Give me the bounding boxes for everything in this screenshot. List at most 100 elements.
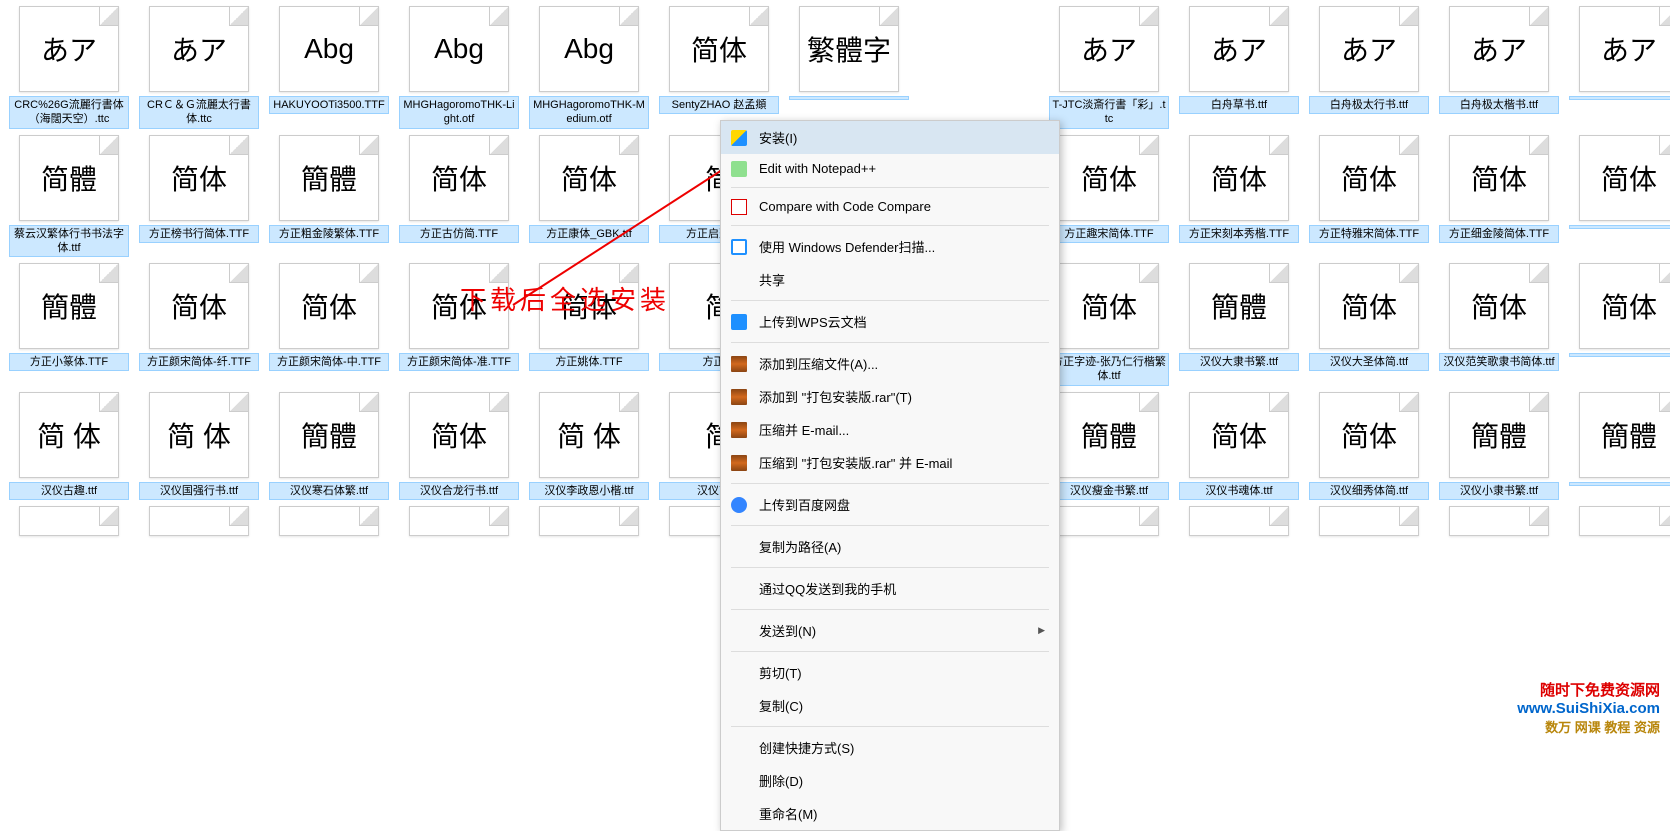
file-name-label: 白舟极太行书.ttf [1309, 96, 1429, 114]
menu-item-label: 复制为路径(A) [759, 537, 841, 556]
font-file-item[interactable]: 简体 [1566, 263, 1670, 386]
font-file-item[interactable] [396, 506, 522, 540]
font-file-item[interactable]: 簡體汉仪大隶书繁.ttf [1176, 263, 1302, 386]
context-menu-item[interactable]: 剪切(T) [721, 656, 1059, 689]
file-name-label [1569, 225, 1670, 229]
font-preview-thumbnail [279, 506, 379, 536]
font-preview-thumbnail: あア [1059, 6, 1159, 92]
font-file-item[interactable]: あア白舟极太楷书.ttf [1436, 6, 1562, 129]
font-preview-thumbnail: 繁體字 [799, 6, 899, 92]
context-menu: 安装(I)Edit with Notepad++ Compare with Cod… [720, 120, 1060, 831]
context-menu-item[interactable]: 上传到WPS云文档 [721, 305, 1059, 338]
menu-separator [731, 726, 1049, 727]
file-name-label: 方正姚体.TTF [529, 353, 649, 371]
file-name-label: 白舟极太楷书.ttf [1439, 96, 1559, 114]
font-file-item[interactable] [1436, 506, 1562, 540]
file-name-label: 方正小篆体.TTF [9, 353, 129, 371]
font-file-item[interactable]: 简体 [1566, 135, 1670, 258]
font-file-item[interactable]: 简体方正细金陵简体.TTF [1436, 135, 1562, 258]
wps-icon [731, 314, 747, 330]
compare-icon [731, 199, 747, 215]
font-file-item[interactable]: AbgMHGHagoromoTHK-Light.otf [396, 6, 522, 129]
font-file-item[interactable]: 简体SentyZHAO 赵孟頫 [656, 6, 782, 129]
context-menu-item[interactable]: 创建快捷方式(S) [721, 731, 1059, 764]
context-menu-item[interactable]: 通过QQ发送到我的手机 [721, 572, 1059, 605]
menu-item-label: 创建快捷方式(S) [759, 738, 854, 757]
context-menu-item[interactable]: 发送到(N) [721, 614, 1059, 647]
font-file-item[interactable]: 简体方正榜书行简体.TTF [136, 135, 262, 258]
file-name-label: MHGHagoromoTHK-Light.otf [399, 96, 519, 129]
font-preview-thumbnail: 简体 [409, 135, 509, 221]
font-file-item[interactable]: あアCRC%26G流麗行書体（海闊天空）.ttc [6, 6, 132, 129]
font-preview-thumbnail: あア [1579, 6, 1670, 92]
font-file-item[interactable]: 简体汉仪细秀体简.ttf [1306, 392, 1432, 500]
font-file-item[interactable] [1046, 506, 1172, 540]
font-file-item[interactable] [526, 506, 652, 540]
font-file-item[interactable]: あア [916, 6, 1042, 129]
font-file-item[interactable]: 简体方正宋刻本秀楷.TTF [1176, 135, 1302, 258]
font-file-item[interactable]: 簡體方正小篆体.TTF [6, 263, 132, 386]
context-menu-item[interactable]: 上传到百度网盘 [721, 488, 1059, 521]
font-file-item[interactable]: 简体汉仪书魂体.ttf [1176, 392, 1302, 500]
context-menu-item[interactable]: 压缩并 E-mail... [721, 413, 1059, 446]
font-preview-thumbnail: Abg [539, 6, 639, 92]
context-menu-item[interactable]: 压缩到 "打包安装版.rar" 并 E-mail [721, 446, 1059, 479]
font-file-item[interactable]: AbgHAKUYOOTi3500.TTF [266, 6, 392, 129]
font-file-item[interactable]: 简体方正颜宋简体-中.TTF [266, 263, 392, 386]
font-file-item[interactable] [1566, 506, 1670, 540]
font-file-item[interactable]: 简体汉仪大圣体简.ttf [1306, 263, 1432, 386]
archive-icon [731, 455, 747, 471]
context-menu-item[interactable]: 使用 Windows Defender扫描... [721, 230, 1059, 263]
font-file-item[interactable]: あア T-JTC淡斎行書「彩」.ttc [1046, 6, 1172, 129]
font-preview-thumbnail: 简体 [1319, 135, 1419, 221]
font-file-item[interactable]: 简体方正古仿简.TTF [396, 135, 522, 258]
context-menu-item[interactable]: Compare with Code Compare [721, 192, 1059, 221]
context-menu-item[interactable]: 重命名(M) [721, 797, 1059, 830]
file-name-label: CRC%26G流麗行書体（海闊天空）.ttc [9, 96, 129, 129]
font-file-item[interactable]: 簡體汉仪小隶书繁.ttf [1436, 392, 1562, 500]
font-file-item[interactable]: 简体方正字迹-张乃仁行楷繁体.ttf [1046, 263, 1172, 386]
font-file-item[interactable]: 簡體汉仪寒石体繁.ttf [266, 392, 392, 500]
font-file-item[interactable]: 简体汉仪范笑歌隶书简体.ttf [1436, 263, 1562, 386]
font-file-item[interactable]: 简 体汉仪古趣.ttf [6, 392, 132, 500]
font-preview-thumbnail: 简 体 [149, 392, 249, 478]
font-file-item[interactable]: AbgMHGHagoromoTHK-Medium.otf [526, 6, 652, 129]
menu-item-label: 上传到百度网盘 [759, 495, 850, 514]
font-file-item[interactable]: 简 体汉仪李政恩小楷.ttf [526, 392, 652, 500]
file-name-label: T-JTC淡斎行書「彩」.ttc [1049, 96, 1169, 129]
menu-separator [731, 525, 1049, 526]
font-file-item[interactable]: 简体方正特雅宋简体.TTF [1306, 135, 1432, 258]
context-menu-item[interactable]: 安装(I) [721, 121, 1059, 154]
font-file-item[interactable]: あア白舟草书.ttf [1176, 6, 1302, 129]
context-menu-item[interactable]: 添加到压缩文件(A)... [721, 347, 1059, 380]
font-file-item[interactable] [1306, 506, 1432, 540]
font-file-item[interactable] [266, 506, 392, 540]
font-file-item[interactable]: あア [1566, 6, 1670, 129]
font-file-item[interactable]: 简体汉仪合龙行书.ttf [396, 392, 522, 500]
font-file-item[interactable]: 简体方正颜宋简体-纤.TTF [136, 263, 262, 386]
context-menu-item[interactable]: 复制为路径(A) [721, 530, 1059, 563]
font-file-item[interactable]: 繁體字 [786, 6, 912, 129]
watermark-tagline: 数万 网课 教程 资源 [1517, 717, 1660, 736]
font-file-item[interactable] [6, 506, 132, 540]
font-file-item[interactable]: あア白舟极太行书.ttf [1306, 6, 1432, 129]
context-menu-item[interactable]: 共享 [721, 263, 1059, 296]
context-menu-item[interactable]: 添加到 "打包安装版.rar"(T) [721, 380, 1059, 413]
font-file-item[interactable]: 簡體方正粗金陵繁体.TTF [266, 135, 392, 258]
context-menu-item[interactable]: 复制(C) [721, 689, 1059, 722]
font-preview-thumbnail [1579, 506, 1670, 536]
font-file-item[interactable]: 簡體汉仪瘦金书繁.ttf [1046, 392, 1172, 500]
context-menu-item[interactable]: 删除(D) [721, 764, 1059, 797]
font-file-item[interactable]: あアCRＣ＆Ｇ流麗太行書体.ttc [136, 6, 262, 129]
font-file-item[interactable]: 簡體 [1566, 392, 1670, 500]
font-file-item[interactable]: 简 体汉仪国强行书.ttf [136, 392, 262, 500]
font-file-item[interactable]: 简体方正趣宋简体.TTF [1046, 135, 1172, 258]
font-file-item[interactable] [1176, 506, 1302, 540]
context-menu-item[interactable]: Edit with Notepad++ [721, 154, 1059, 183]
font-file-item[interactable]: 简體蔡云汉繁体行书书法字体.ttf [6, 135, 132, 258]
font-file-item[interactable]: 简体方正康体_GBK.ttf [526, 135, 652, 258]
font-preview-thumbnail: 簡體 [1449, 392, 1549, 478]
menu-separator [731, 609, 1049, 610]
font-file-item[interactable] [136, 506, 262, 540]
file-name-label: 汉仪古趣.ttf [9, 482, 129, 500]
